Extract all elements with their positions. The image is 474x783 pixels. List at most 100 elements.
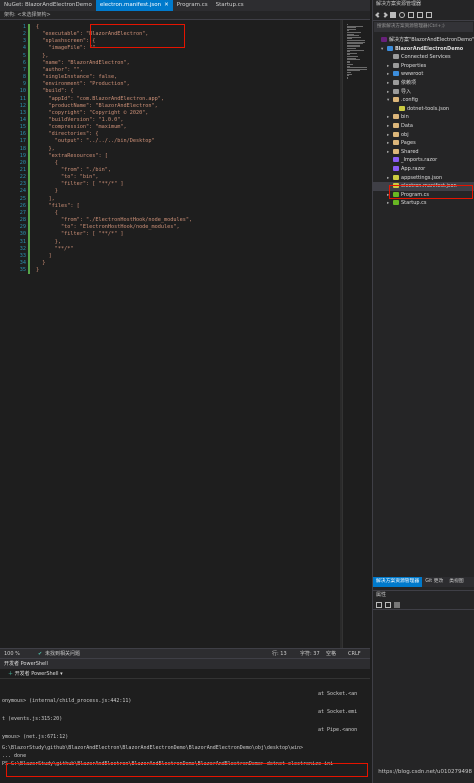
line-number: 3: [22, 38, 26, 45]
file-icon: [393, 200, 399, 206]
forward-icon[interactable]: [382, 11, 388, 18]
tab-label: Startup.cs: [215, 2, 244, 8]
line-number: 30: [19, 231, 26, 238]
line-number: 10: [19, 88, 26, 95]
schema-label: 架构:: [4, 12, 16, 18]
code-line: "to": "ElectronHostHook/node_modules",: [36, 224, 180, 231]
line-number: 34: [19, 259, 26, 266]
terminal-line: onymous> (internal/child_process.js:442:…: [2, 698, 132, 704]
tree-item-label: Startup.cs: [401, 200, 427, 207]
line-number: 24: [19, 188, 26, 195]
line-number: 1: [22, 24, 26, 30]
code-line: "author": "",: [36, 66, 83, 73]
tree-item-label: obj: [401, 131, 409, 138]
line-number: 17: [19, 138, 26, 145]
line-number: 23: [19, 181, 26, 188]
schema-navigation-bar[interactable]: 架构: <未选择架构>: [0, 11, 370, 20]
code-line: "copyright": "Copyright © 2020",: [36, 109, 149, 116]
footer-tab[interactable]: 类视图: [446, 577, 466, 587]
home-icon[interactable]: [390, 11, 396, 18]
line-number: 35: [19, 267, 26, 274]
tab-0[interactable]: NuGet: BlazorAndElectronDemo: [0, 0, 96, 11]
code-line: "output": "../../../bin/Desktop": [36, 138, 155, 145]
tree-item[interactable]: ▸ Startup.cs: [373, 199, 474, 208]
line-number: 9: [22, 81, 26, 88]
editor-status-bar: 100 % ✔ 未找到相关问题 行: 13 字符: 37 空格 CRLF: [0, 648, 370, 658]
show-all-files-icon[interactable]: [417, 11, 423, 18]
tab-3[interactable]: Startup.cs: [212, 0, 248, 11]
tree-item-label: wwwroot: [401, 71, 424, 78]
file-icon: [393, 71, 399, 77]
solution-explorer-toolbar: [373, 9, 474, 21]
line-number: 19: [19, 152, 26, 159]
code-line: "build": {: [36, 88, 74, 95]
tree-item-label: Data: [401, 123, 413, 129]
file-icon: [381, 37, 387, 42]
chevron-down-icon[interactable]: ▾: [60, 671, 63, 677]
watermark: https://blog.csdn.net/u010279498: [378, 769, 472, 775]
code-line: "**/*": [36, 245, 74, 252]
code-line: "files": [: [36, 202, 80, 209]
file-icon: [393, 131, 399, 137]
file-icon: [393, 54, 399, 60]
sync-icon[interactable]: [399, 11, 405, 18]
code-line: {: [36, 159, 58, 166]
file-icon: [393, 157, 399, 163]
file-icon: [393, 148, 399, 154]
code-line: "directories": {: [36, 131, 99, 138]
terminal-line: G:\BlazorStudy\github\BlazorAndElectron\…: [2, 745, 304, 751]
code-line: "from": "./bin",: [36, 167, 111, 173]
schema-dropdown[interactable]: <未选择架构>: [17, 12, 50, 18]
alphabetical-icon[interactable]: [385, 601, 391, 608]
file-icon: [393, 97, 399, 103]
add-icon[interactable]: ＋: [8, 671, 13, 677]
footer-tab[interactable]: 解决方案资源管理器: [373, 577, 423, 587]
terminal-title: 开发者 PowerShell: [0, 659, 370, 669]
close-icon[interactable]: ✕: [164, 2, 169, 8]
file-icon: [393, 166, 399, 171]
line-number-gutter: 1 2 3 4 5 6 7 8 9 10 11 12 13 14 15 16 17 18 19 20 21 22 23 24 2…: [0, 20, 32, 648]
line-number: 13: [19, 109, 26, 116]
terminal-line: at Socket.<an: [318, 691, 358, 697]
highlight-box-manifest-file: [389, 185, 473, 199]
code-line: }: [36, 259, 46, 266]
code-minimap[interactable]: [342, 20, 370, 648]
properties-icon[interactable]: [426, 11, 432, 18]
line-number: 7: [22, 66, 26, 73]
code-editor[interactable]: 1 2 3 4 5 6 7 8 9 10 11 12 13 14 15 16 17 18 19 20 21 22 23 24 2…: [0, 20, 370, 648]
code-line: "productName": "BlazorAndElectron",: [36, 102, 158, 109]
line-number: 12: [19, 102, 26, 109]
solution-explorer-title: 解决方案资源管理器: [376, 1, 422, 7]
code-line: ]: [36, 252, 52, 259]
line-number: 28: [19, 217, 26, 224]
categorized-icon[interactable]: [376, 601, 382, 608]
file-icon: [393, 123, 399, 128]
line-number: 5: [22, 52, 26, 59]
tree-item-label: _Imports.razor: [401, 157, 438, 164]
solution-explorer-search-input[interactable]: 搜索解决方案资源管理器(Ctrl+;): [374, 22, 473, 32]
collapse-all-icon[interactable]: [408, 11, 414, 18]
back-icon[interactable]: [375, 11, 381, 18]
file-icon: [393, 114, 399, 120]
tree-item-label: 导入: [401, 88, 412, 95]
tab-1[interactable]: electron.manifest.json ✕: [95, 0, 173, 11]
highlight-box-executable: [90, 24, 185, 48]
tab-2[interactable]: Program.cs: [173, 0, 212, 11]
terminal-dropdown[interactable]: 开发者 PowerShell: [15, 671, 59, 677]
developer-powershell-panel: 开发者 PowerShell ＋ 开发者 PowerShell ▾ at Soc…: [0, 658, 370, 783]
code-line: "from": "./ElectronHostHook/node_modules…: [36, 217, 193, 224]
line-number: 14: [19, 116, 26, 123]
code-line: "singleInstance": false,: [36, 74, 118, 81]
code-line: }: [36, 267, 40, 274]
wrench-icon[interactable]: [394, 601, 400, 608]
line-number: 31: [19, 238, 26, 245]
line-number: 25: [19, 195, 26, 202]
code-line: ],: [36, 195, 55, 202]
line-number: 21: [19, 167, 26, 173]
tree-item-label: .config: [401, 97, 418, 104]
footer-tab[interactable]: Git 更改: [422, 577, 446, 587]
minimap-line: [347, 78, 348, 80]
tree-item-label: dotnet-tools.json: [407, 105, 450, 112]
document-tab-strip: NuGet: BlazorAndElectronDemo electron.man…: [0, 0, 370, 11]
terminal-line: at Pipe.<anon: [318, 727, 358, 733]
